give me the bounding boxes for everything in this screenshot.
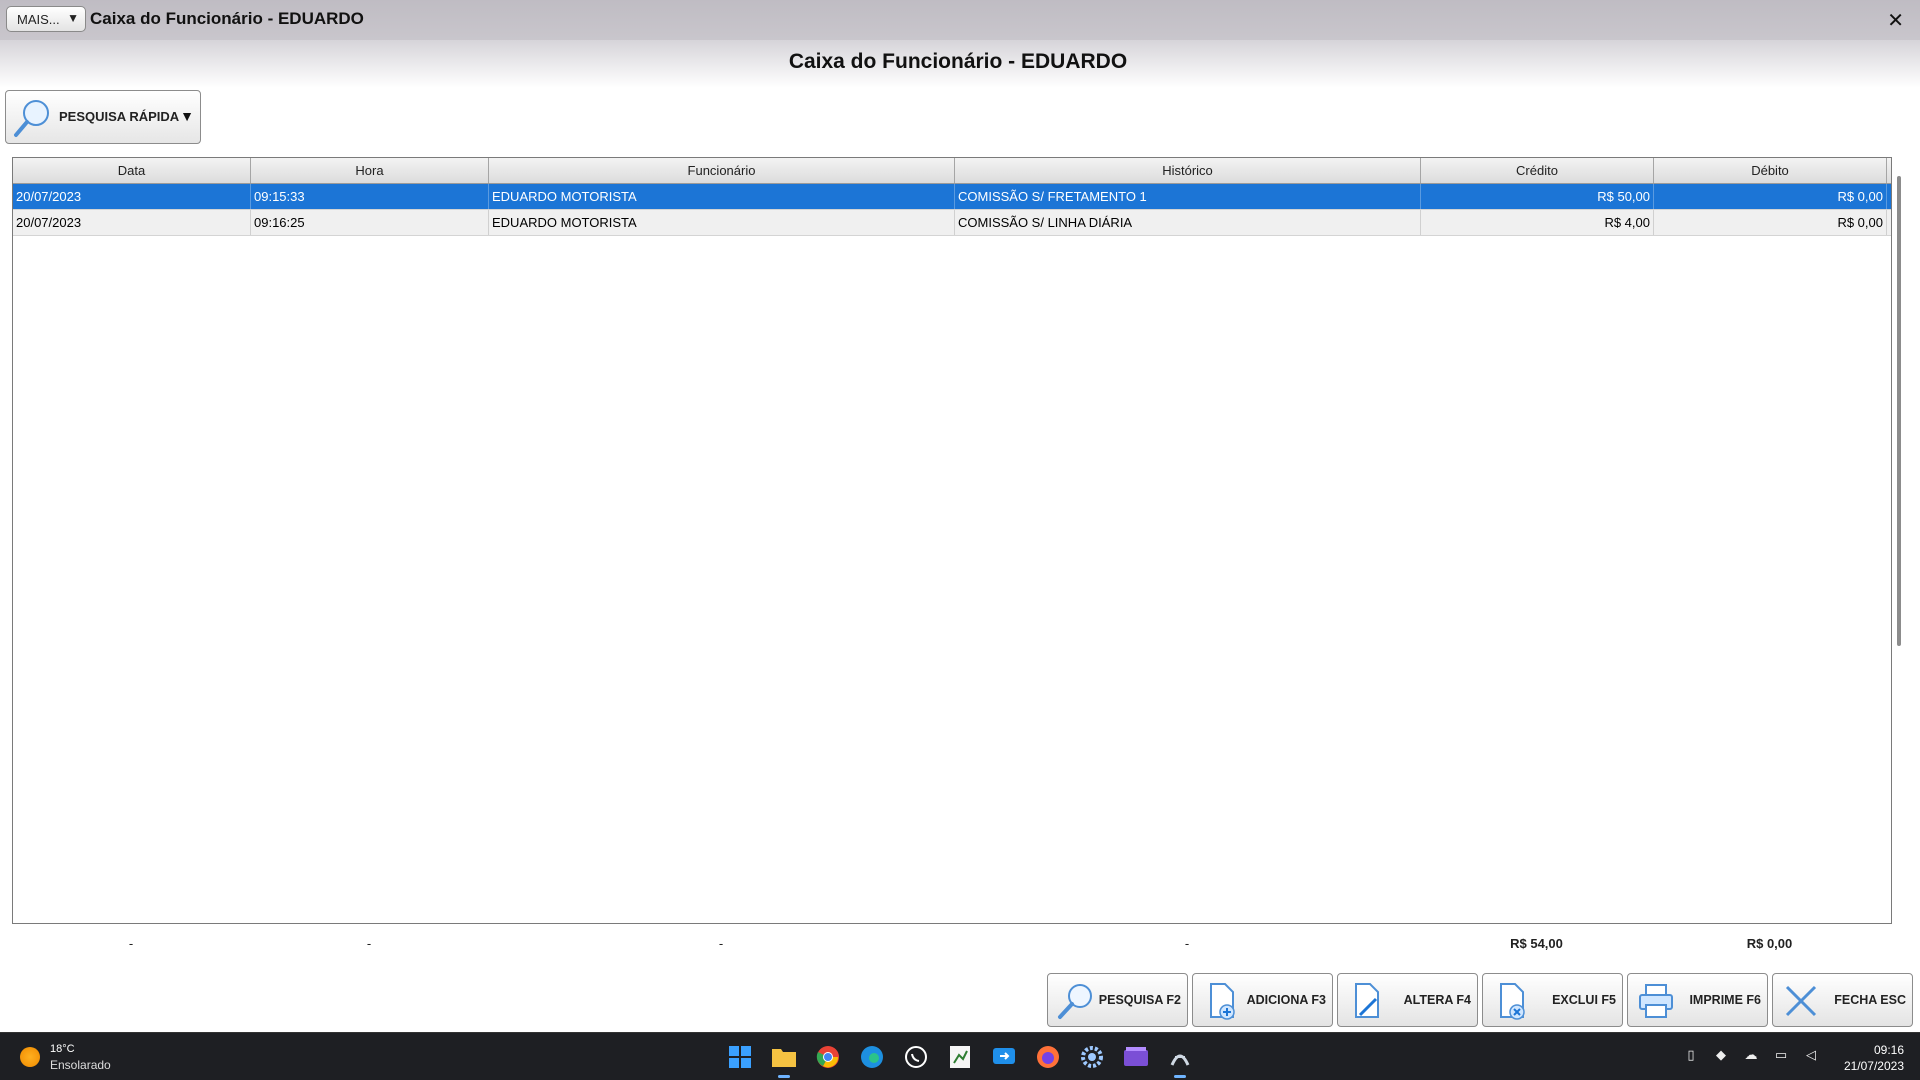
mais-dropdown-button[interactable]: MAIS... ▼ (6, 6, 86, 32)
app-icon[interactable] (1164, 1041, 1196, 1078)
firefox-icon[interactable] (1032, 1041, 1064, 1073)
total-historico: - (1184, 936, 1190, 951)
weather-temperature: 18°C (50, 1043, 75, 1055)
usb-icon[interactable]: ▯ (1683, 1047, 1699, 1063)
total-hora: - (366, 936, 372, 951)
shield-icon[interactable]: ◆ (1713, 1047, 1729, 1063)
chevron-down-icon[interactable]: ▼ (180, 108, 194, 124)
cell-historico: COMISSÃO S/ LINHA DIÁRIA (955, 210, 1421, 235)
table-row[interactable]: 20/07/2023 09:16:25 EDUARDO MOTORISTA CO… (13, 210, 1891, 236)
chrome-icon[interactable] (812, 1041, 844, 1073)
total-debito: R$ 0,00 (1746, 936, 1793, 951)
cell-credito: R$ 4,00 (1421, 210, 1654, 235)
column-header-credito[interactable]: Crédito (1421, 158, 1654, 183)
cell-data: 20/07/2023 (13, 184, 251, 209)
search-icon (1058, 984, 1092, 1019)
pesquisa-label: PESQUISA F2 (1098, 993, 1181, 1007)
system-tray: ▯ ◆ ☁ ▭ ◁ (1683, 1047, 1819, 1063)
clock-date[interactable]: 21/07/2023 (1844, 1059, 1904, 1073)
add-document-icon (1210, 983, 1235, 1020)
cell-debito: R$ 0,00 (1654, 184, 1887, 209)
cell-hora: 09:15:33 (251, 184, 489, 209)
action-bar: PESQUISA F2 ADICIONA F3 ALTERA F4 EXCLUI… (1047, 973, 1913, 1027)
exclui-label: EXCLUI F5 (1552, 993, 1616, 1007)
edit-document-icon (1355, 983, 1379, 1018)
adiciona-label: ADICIONA F3 (1246, 993, 1326, 1007)
cell-funcionario: EDUARDO MOTORISTA (489, 184, 955, 209)
altera-button[interactable]: ALTERA F4 (1337, 973, 1478, 1027)
delete-document-icon (1500, 983, 1525, 1020)
close-icon[interactable]: ✕ (1887, 8, 1904, 33)
adiciona-button[interactable]: ADICIONA F3 (1192, 973, 1333, 1027)
file-explorer-icon[interactable] (768, 1041, 800, 1078)
quick-search-label: PESQUISA RÁPIDA (59, 109, 180, 124)
quick-search-button[interactable]: PESQUISA RÁPIDA ▼ (5, 90, 201, 144)
fecha-label: FECHA ESC (1834, 993, 1906, 1007)
printer-icon (1639, 984, 1673, 1018)
column-header-funcionario[interactable]: Funcionário (489, 158, 955, 183)
cell-funcionario: EDUARDO MOTORISTA (489, 210, 955, 235)
mais-label: MAIS... (17, 11, 60, 27)
table-row[interactable]: 20/07/2023 09:15:33 EDUARDO MOTORISTA CO… (13, 184, 1891, 210)
cell-debito: R$ 0,00 (1654, 210, 1887, 235)
cell-credito: R$ 50,00 (1421, 184, 1654, 209)
imprime-button[interactable]: IMPRIME F6 (1627, 973, 1768, 1027)
search-icon (14, 100, 49, 137)
data-grid: Data Hora Funcionário Histórico Crédito … (12, 157, 1901, 924)
spreadsheet-icon[interactable] (944, 1041, 976, 1073)
volume-icon[interactable]: ◁ (1803, 1047, 1819, 1063)
chevron-down-icon: ▼ (67, 11, 79, 25)
network-icon[interactable]: ▭ (1773, 1047, 1789, 1063)
remote-icon[interactable] (988, 1041, 1020, 1073)
title-bar: MAIS... ▼ Caixa do Funcionário - EDUARDO… (0, 0, 1920, 40)
total-funcionario: - (718, 936, 724, 951)
window-title: Caixa do Funcionário - EDUARDO (90, 9, 364, 28)
totals-row: - - - - R$ 54,00 R$ 0,00 (12, 936, 1892, 956)
column-header-debito[interactable]: Débito (1654, 158, 1887, 183)
page-title: Caixa do Funcionário - EDUARDO (788, 50, 1128, 73)
cloud-icon[interactable]: ☁ (1743, 1047, 1759, 1063)
clock-time[interactable]: 09:16 (1874, 1043, 1904, 1057)
settings-icon[interactable] (1076, 1041, 1108, 1073)
column-header-data[interactable]: Data (13, 158, 251, 183)
taskbar: 18°C Ensolarado ▯ ◆ ☁ ▭ ◁ 09:16 21/07/20… (0, 1032, 1920, 1080)
cell-hora: 09:16:25 (251, 210, 489, 235)
column-header-hora[interactable]: Hora (251, 158, 489, 183)
close-icon (1785, 985, 1817, 1017)
total-data: - (128, 936, 134, 951)
total-credito: R$ 54,00 (1510, 936, 1563, 951)
vertical-scrollbar[interactable] (1897, 176, 1901, 646)
media-icon[interactable] (1120, 1041, 1152, 1073)
whatsapp-icon[interactable] (900, 1041, 932, 1073)
column-header-historico[interactable]: Histórico (955, 158, 1421, 183)
fecha-button[interactable]: FECHA ESC (1772, 973, 1913, 1027)
altera-label: ALTERA F4 (1403, 993, 1471, 1007)
windows-start-icon[interactable] (724, 1041, 756, 1073)
sun-icon[interactable] (20, 1047, 40, 1067)
pesquisa-button[interactable]: PESQUISA F2 (1047, 973, 1188, 1027)
grid-header: Data Hora Funcionário Histórico Crédito … (13, 158, 1891, 184)
exclui-button[interactable]: EXCLUI F5 (1482, 973, 1623, 1027)
cell-historico: COMISSÃO S/ FRETAMENTO 1 (955, 184, 1421, 209)
edge-icon[interactable] (856, 1041, 888, 1073)
taskbar-apps (724, 1041, 1196, 1078)
imprime-label: IMPRIME F6 (1689, 993, 1761, 1007)
weather-description: Ensolarado (50, 1058, 111, 1072)
cell-data: 20/07/2023 (13, 210, 251, 235)
